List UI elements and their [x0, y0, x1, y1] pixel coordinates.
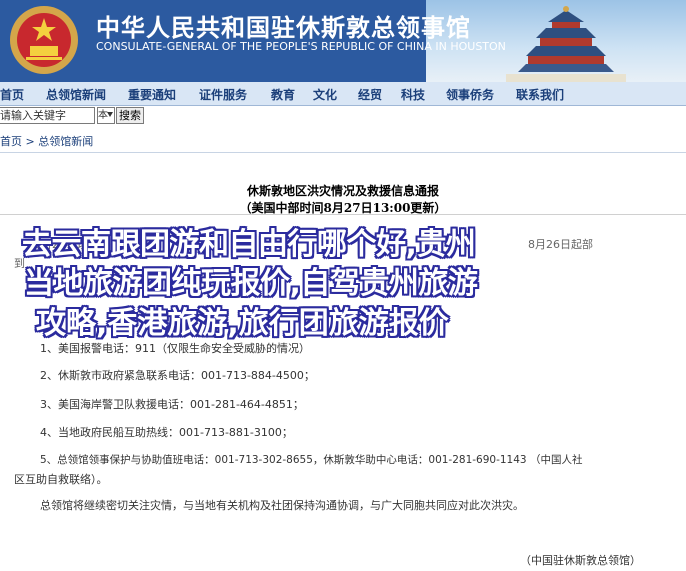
nav-item-news[interactable]: 总领馆新闻 — [46, 86, 106, 103]
article-list-item: 3、美国海岸警卫队救援电话：001-281-464-4851； — [40, 398, 304, 411]
article-divider — [0, 214, 686, 215]
nav-item-education[interactable]: 教育 — [271, 86, 295, 103]
article-intro-fragment: 8月26日起部 — [528, 238, 593, 251]
breadcrumb-home[interactable]: 首页 — [0, 135, 22, 148]
article-list-item: 区互助自救联络）。 — [14, 473, 108, 486]
search-button[interactable]: 搜索 — [116, 107, 144, 124]
overlay-text-line-1: 去云南跟团游和自由行哪个好,贵州 — [22, 227, 476, 262]
search-bar: 请输入关键字 本 搜索 — [0, 106, 686, 126]
nav-item-documents[interactable]: 证件服务 — [199, 86, 247, 103]
article-list-item: 4、当地政府民船互助热线：001-713-881-3100； — [40, 426, 293, 439]
search-scope-select[interactable]: 本 — [97, 107, 115, 124]
overlay-text-line-3: 攻略,香港旅游,旅行团旅游报价 — [36, 306, 449, 341]
article-list-item: 5、总领馆领事保护与协助值班电话：001-713-302-8655，休斯敦华助中… — [40, 454, 583, 466]
breadcrumb-separator: > — [25, 135, 35, 148]
site-title-english: CONSULATE-GENERAL OF THE PEOPLE'S REPUBL… — [96, 40, 506, 53]
overlay-text-line-2: 当地旅游团纯玩报价,自驾贵州旅游 — [24, 266, 478, 301]
nav-item-technology[interactable]: 科技 — [401, 86, 425, 103]
article-title: 休斯敦地区洪灾情况及救援信息通报 — [246, 184, 439, 198]
nav-item-economy[interactable]: 经贸 — [358, 86, 382, 103]
nav-item-home[interactable]: 首页 — [0, 86, 24, 103]
breadcrumb: 首页 > 总领馆新闻 — [0, 133, 93, 149]
article-signature: （中国驻休斯敦总领馆） — [520, 554, 641, 567]
article-list-item: 2、休斯敦市政府紧急联系电话：001-713-884-4500； — [40, 369, 315, 382]
temple-of-heaven-image — [506, 6, 626, 82]
chevron-down-icon — [107, 112, 113, 117]
nav-item-culture[interactable]: 文化 — [313, 86, 337, 103]
national-emblem-icon — [10, 6, 78, 74]
nav-item-notices[interactable]: 重要通知 — [128, 86, 176, 103]
search-input[interactable]: 请输入关键字 — [0, 107, 95, 124]
breadcrumb-section[interactable]: 总领馆新闻 — [38, 135, 93, 148]
nav-item-consular[interactable]: 领事侨务 — [446, 86, 494, 103]
breadcrumb-divider — [0, 152, 686, 153]
site-title-chinese: 中华人民共和国驻休斯敦总领事馆 — [96, 13, 471, 42]
site-header: 中华人民共和国驻休斯敦总领事馆 CONSULATE-GENERAL OF THE… — [0, 0, 686, 82]
article-closing: 总领馆将继续密切关注灾情，与当地有关机构及社团保持沟通协调，与广大同胞共同应对此… — [40, 499, 524, 512]
nav-item-contact[interactable]: 联系我们 — [516, 86, 564, 103]
main-nav: 首页 总领馆新闻 重要通知 证件服务 教育 文化 经贸 科技 领事侨务 联系我们 — [0, 82, 686, 106]
